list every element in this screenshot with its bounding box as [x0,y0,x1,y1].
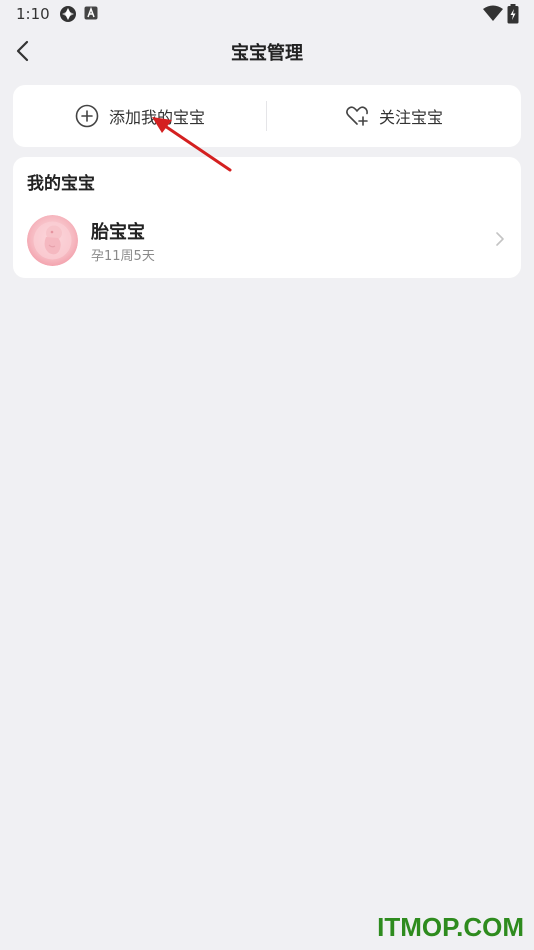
pregnancy-week: 孕11周5天 [91,249,155,264]
baby-actions-card: 添加我的宝宝 关注宝宝 [13,85,521,147]
status-time: 1:10 [16,5,50,23]
my-babies-card: 我的宝宝 胎宝宝 孕11周5天 [13,157,521,278]
plus-circle-icon [75,104,99,128]
add-my-baby-button[interactable]: 添加我的宝宝 [13,85,267,147]
follow-baby-label: 关注宝宝 [378,108,443,127]
keyboard-notification-icon [84,6,98,20]
list-item[interactable]: 胎宝宝 孕11周5天 [13,207,521,271]
add-my-baby-label: 添加我的宝宝 [108,108,205,127]
status-bar: 1:10 [0,0,534,28]
wifi-icon [483,5,503,21]
battery-charging-icon [507,4,519,24]
page-title: 宝宝管理 [231,43,303,64]
baby-name: 胎宝宝 [91,222,145,243]
section-title: 我的宝宝 [27,174,95,194]
fetus-avatar-icon [27,215,78,266]
heart-plus-icon [346,106,368,126]
watermark: ITMOP.COM [377,912,524,942]
top-app-bar: 宝宝管理 [0,28,534,74]
avatar [27,215,78,266]
app-notification-icon [60,6,76,22]
chevron-right-icon [496,232,504,246]
follow-baby-button[interactable]: 关注宝宝 [267,85,521,147]
